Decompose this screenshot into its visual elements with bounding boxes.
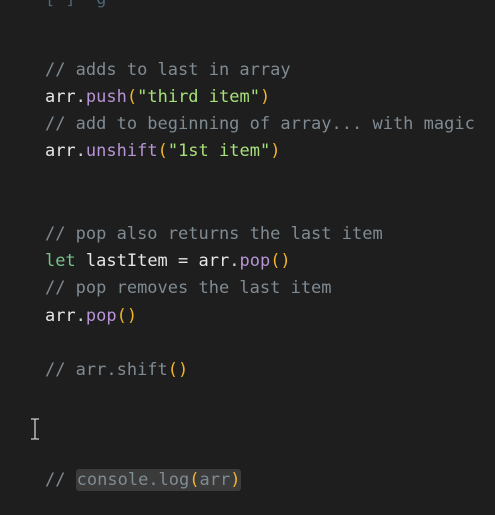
punctuation: . bbox=[75, 141, 86, 161]
paren: ) bbox=[270, 141, 281, 161]
text-selection[interactable]: console.log(arr) bbox=[75, 469, 242, 491]
paren: () bbox=[167, 360, 189, 380]
method-name: pop bbox=[85, 306, 117, 326]
code-line-partial: [ ] g bbox=[4, 0, 106, 10]
comment-text: // arr.shift bbox=[44, 360, 168, 380]
paren: ( bbox=[157, 141, 168, 161]
paren: ( bbox=[189, 470, 200, 490]
code-editor[interactable]: [ ] g // adds to last in array arr.push(… bbox=[0, 0, 495, 515]
code-line: // console.log(arr) bbox=[4, 447, 242, 491]
comment-text: // bbox=[44, 470, 76, 490]
punctuation: . bbox=[75, 306, 86, 326]
string-literal: "1st item" bbox=[167, 141, 271, 161]
identifier: arr bbox=[44, 141, 76, 161]
code-line: arr.push("third item") bbox=[4, 64, 270, 107]
code-line: // adds to last in array bbox=[4, 37, 291, 80]
code-line: let lastItem = arr.pop() bbox=[4, 228, 291, 271]
text-cursor-icon bbox=[31, 418, 39, 440]
code-line: // pop removes the last item bbox=[4, 255, 332, 298]
paren: () bbox=[116, 306, 138, 326]
comment-text: console.log bbox=[76, 470, 190, 490]
code-line: // arr.shift() bbox=[4, 337, 188, 380]
code-line: arr.unshift("1st item") bbox=[4, 118, 280, 161]
paren: ) bbox=[230, 470, 241, 490]
method-name: unshift bbox=[85, 141, 158, 161]
code-line: // add to beginning of array... with mag… bbox=[4, 91, 475, 134]
identifier: arr bbox=[44, 306, 76, 326]
comment-text: arr bbox=[199, 470, 231, 490]
code-line: // pop also returns the last item bbox=[4, 201, 383, 244]
code-line: arr.pop() bbox=[4, 283, 137, 326]
